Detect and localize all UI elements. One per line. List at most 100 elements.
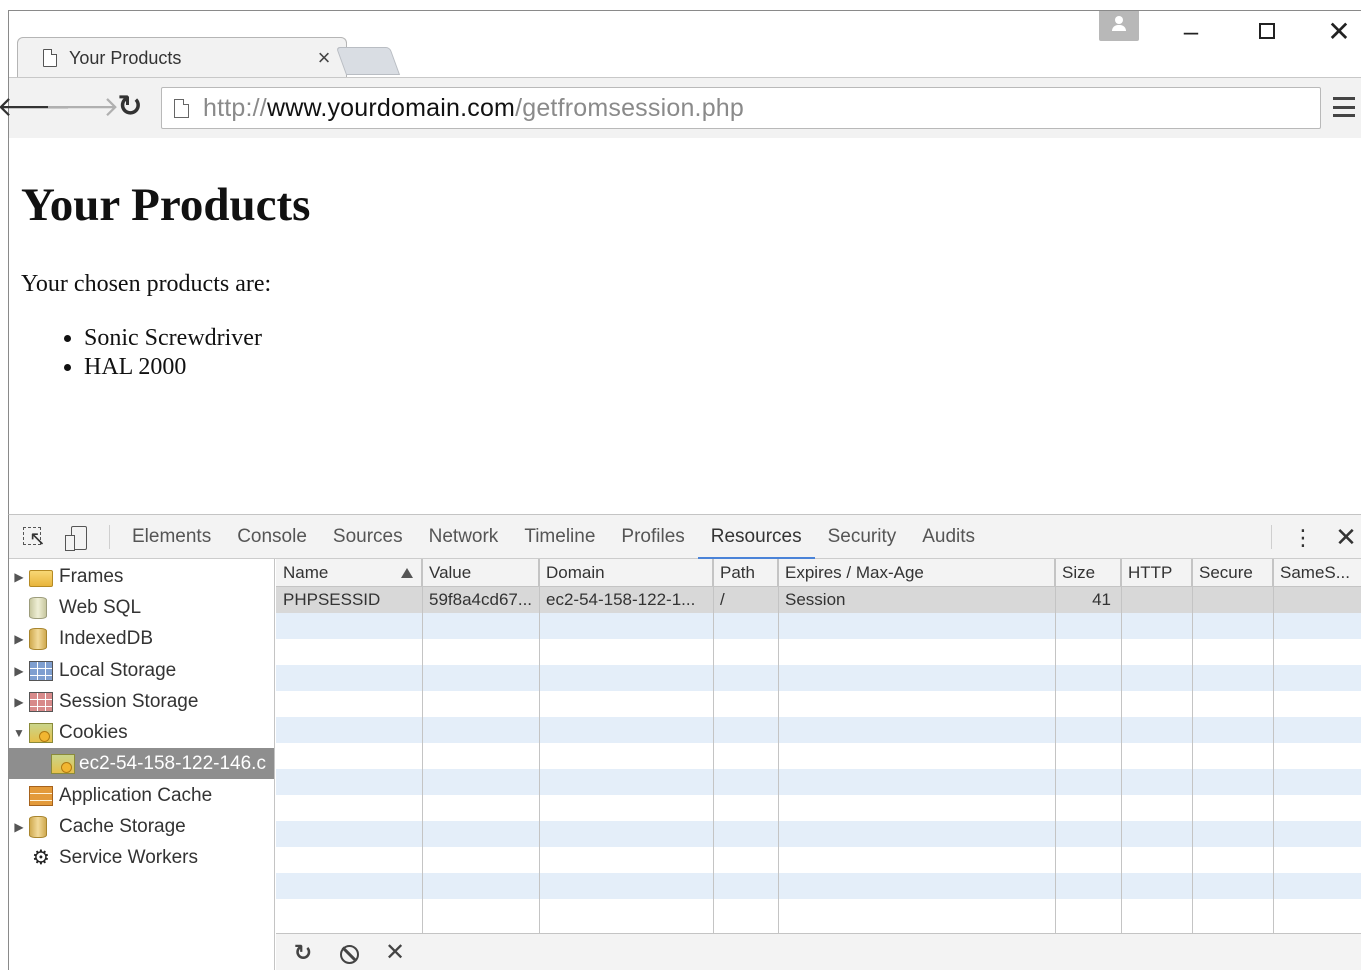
clear-all-icon[interactable]	[336, 940, 362, 966]
expand-arrow-icon[interactable]: ▶	[9, 570, 29, 584]
browser-menu-button[interactable]	[1333, 94, 1355, 120]
intro-text: Your chosen products are:	[21, 271, 272, 297]
address-bar[interactable]: http://www.yourdomain.com/getfromsession…	[161, 87, 1321, 129]
sidebar-item-cookie-domain[interactable]: ec2-54-158-122-146.c	[9, 748, 274, 779]
empty-row	[276, 847, 1361, 873]
expand-arrow-icon[interactable]: ▶	[9, 820, 29, 834]
empty-row	[276, 795, 1361, 821]
column-header-name[interactable]: Name	[276, 559, 422, 587]
browser-tab-content[interactable]: Your Products ×	[17, 37, 347, 79]
collapse-arrow-icon[interactable]: ▼	[9, 726, 29, 740]
empty-row	[276, 899, 1361, 925]
minimize-button[interactable]: –	[1171, 11, 1211, 51]
url-path: /getfromsession.php	[515, 93, 745, 122]
column-divider[interactable]	[1192, 559, 1193, 933]
sidebar-item-label: Session Storage	[59, 690, 199, 712]
product-item: HAL 2000	[84, 353, 262, 382]
sidebar-item-cache-storage[interactable]: ▶ Cache Storage	[9, 811, 274, 842]
sidebar-item-label: IndexedDB	[59, 627, 154, 649]
sidebar-item-label: Web SQL	[59, 596, 142, 618]
toolbar-divider	[109, 525, 110, 549]
profile-avatar-icon[interactable]	[1099, 11, 1139, 41]
page-info-icon[interactable]	[174, 98, 189, 118]
forward-button[interactable]: 🡒	[44, 90, 119, 124]
column-divider[interactable]	[713, 559, 714, 933]
new-tab-button[interactable]	[335, 47, 401, 75]
delete-selected-icon[interactable]: ✕	[382, 940, 408, 966]
sidebar-item-cookies[interactable]: ▼ Cookies	[9, 717, 274, 748]
column-header-value[interactable]: Value	[422, 559, 539, 587]
reload-button[interactable]: ↻	[113, 90, 147, 124]
tab-timeline[interactable]: Timeline	[511, 515, 608, 559]
expand-arrow-icon[interactable]: ▶	[9, 664, 29, 678]
tab-audits[interactable]: Audits	[909, 515, 988, 559]
maximize-button[interactable]	[1247, 11, 1287, 51]
column-header-size[interactable]: Size	[1055, 559, 1121, 587]
window-close-button[interactable]: ✕	[1319, 11, 1359, 51]
sidebar-item-session-storage[interactable]: ▶ Session Storage	[9, 686, 274, 717]
column-header-expires[interactable]: Expires / Max-Age	[778, 559, 1055, 587]
expand-arrow-icon[interactable]: ▶	[9, 632, 29, 646]
sidebar-item-web-sql[interactable]: Web SQL	[9, 592, 274, 623]
sidebar-item-label: ec2-54-158-122-146.c	[79, 752, 266, 774]
devtools-tabs: Elements Console Sources Network Timelin…	[119, 515, 988, 559]
menu-bar-icon	[1333, 105, 1355, 109]
column-divider[interactable]	[1055, 559, 1056, 933]
refresh-icon[interactable]: ↻	[290, 940, 316, 966]
column-header-domain[interactable]: Domain	[539, 559, 713, 587]
tab-title[interactable]: Your Products	[69, 48, 309, 69]
device-mode-icon[interactable]	[65, 525, 91, 551]
empty-row	[276, 613, 1361, 639]
sidebar-item-local-storage[interactable]: ▶ Local Storage	[9, 655, 274, 686]
tab-sources[interactable]: Sources	[320, 515, 416, 559]
resources-sidebar: ▶ Frames Web SQL ▶ IndexedDB ▶ Local Sto…	[9, 559, 275, 970]
cell-path: /	[720, 590, 725, 609]
column-divider[interactable]	[1121, 559, 1122, 933]
product-list: Sonic Screwdriver HAL 2000	[84, 324, 262, 382]
empty-row	[276, 691, 1361, 717]
sort-ascending-icon	[401, 568, 413, 578]
column-divider[interactable]	[539, 559, 540, 933]
column-header-secure[interactable]: Secure	[1192, 559, 1273, 587]
table-body: PHPSESSID 59f8a4cd67... ec2-54-158-122-1…	[276, 587, 1361, 933]
inspect-element-icon[interactable]	[21, 525, 47, 551]
tab-close-icon[interactable]: ×	[309, 47, 339, 69]
column-divider[interactable]	[422, 559, 423, 933]
tab-profiles[interactable]: Profiles	[608, 515, 697, 559]
tab-console[interactable]: Console	[224, 515, 320, 559]
sidebar-item-label: Frames	[59, 565, 124, 587]
sidebar-item-service-workers[interactable]: ⚙ Service Workers	[9, 842, 274, 873]
tab-network[interactable]: Network	[416, 515, 512, 559]
sidebar-item-frames[interactable]: ▶ Frames	[9, 561, 274, 592]
empty-row	[276, 743, 1361, 769]
sidebar-item-label: Application Cache	[59, 784, 213, 806]
url-text[interactable]: http://www.yourdomain.com/getfromsession…	[203, 94, 744, 123]
column-divider[interactable]	[778, 559, 779, 933]
devtools-panel: Elements Console Sources Network Timelin…	[8, 514, 1361, 970]
cell-secure	[1192, 587, 1273, 613]
cell-size: 41	[1092, 590, 1111, 609]
tab-security[interactable]: Security	[815, 515, 910, 559]
browser-toolbar: 🡐 🡒 ↻ http://www.yourdomain.com/getfroms…	[0, 77, 1361, 139]
column-divider[interactable]	[1273, 559, 1274, 933]
tab-strip: Your Products × – ✕	[9, 11, 1361, 79]
sidebar-item-indexeddb[interactable]: ▶ IndexedDB	[9, 623, 274, 654]
cookie-icon	[51, 753, 75, 774]
column-header-samesite[interactable]: SameS...	[1273, 559, 1361, 587]
storage-grid-icon	[29, 660, 53, 681]
url-scheme: http://	[203, 93, 267, 122]
sidebar-item-label: Cache Storage	[59, 815, 186, 837]
devtools-close-icon[interactable]: ✕	[1333, 523, 1359, 551]
sidebar-item-label: Service Workers	[59, 846, 199, 868]
column-header-path[interactable]: Path	[713, 559, 778, 587]
empty-row	[276, 769, 1361, 795]
cell-samesite	[1273, 587, 1361, 613]
column-header-http[interactable]: HTTP	[1121, 559, 1192, 587]
table-row[interactable]: PHPSESSID 59f8a4cd67... ec2-54-158-122-1…	[276, 587, 1361, 613]
tab-elements[interactable]: Elements	[119, 515, 224, 559]
empty-row	[276, 821, 1361, 847]
sidebar-item-application-cache[interactable]: Application Cache	[9, 780, 274, 811]
expand-arrow-icon[interactable]: ▶	[9, 695, 29, 709]
devtools-menu-icon[interactable]: ⋮	[1292, 525, 1314, 551]
tab-resources[interactable]: Resources	[697, 515, 815, 559]
